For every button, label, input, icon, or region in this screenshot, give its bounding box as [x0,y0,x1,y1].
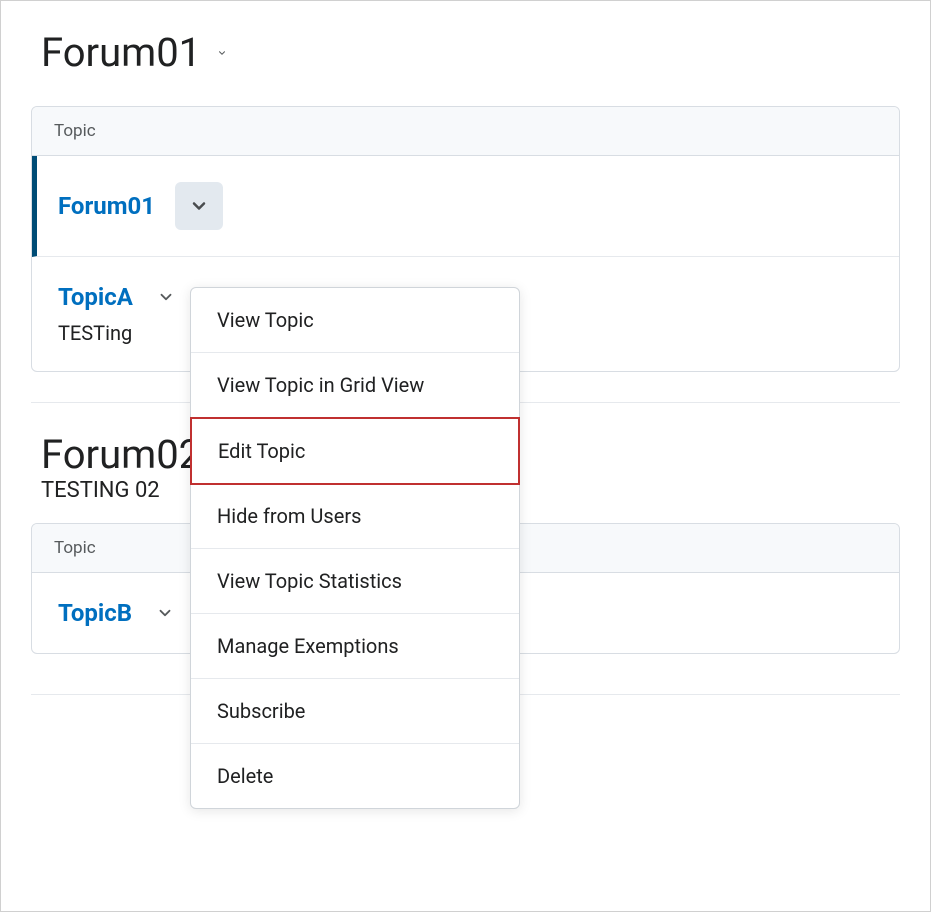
forum-title: Forum02 [41,431,201,478]
menu-item-edit-topic[interactable]: Edit Topic [190,417,520,485]
topic-actions-dropdown-toggle[interactable] [154,602,176,624]
chevron-down-icon [156,604,174,622]
topic-link-topicb[interactable]: TopicB [58,599,132,627]
topic-actions-dropdown-toggle[interactable] [175,182,223,230]
table-row: Forum01 [32,156,899,257]
forum-actions-dropdown-toggle[interactable] [213,44,231,62]
forum-title: Forum01 [41,29,201,76]
topic-table-header: Topic [32,107,899,156]
menu-item-view-statistics[interactable]: View Topic Statistics [191,549,519,614]
chevron-down-icon [157,288,175,306]
menu-item-subscribe[interactable]: Subscribe [191,679,519,744]
topic-actions-dropdown-toggle[interactable] [155,286,177,308]
menu-item-delete[interactable]: Delete [191,744,519,808]
topic-row-content: Forum01 [58,182,877,230]
chevron-down-icon [189,196,209,216]
menu-item-manage-exemptions[interactable]: Manage Exemptions [191,614,519,679]
topic-actions-dropdown-menu: View Topic View Topic in Grid View Edit … [190,287,520,809]
page-container: Forum01 Topic Forum01 TopicA [1,1,930,695]
forum-header: Forum01 [1,11,930,106]
topic-link-forum01[interactable]: Forum01 [58,192,155,220]
menu-item-view-topic[interactable]: View Topic [191,288,519,353]
chevron-down-icon [217,44,227,62]
topic-link-topica[interactable]: TopicA [58,283,133,311]
menu-item-view-topic-grid[interactable]: View Topic in Grid View [191,353,519,418]
menu-item-hide-from-users[interactable]: Hide from Users [191,484,519,549]
